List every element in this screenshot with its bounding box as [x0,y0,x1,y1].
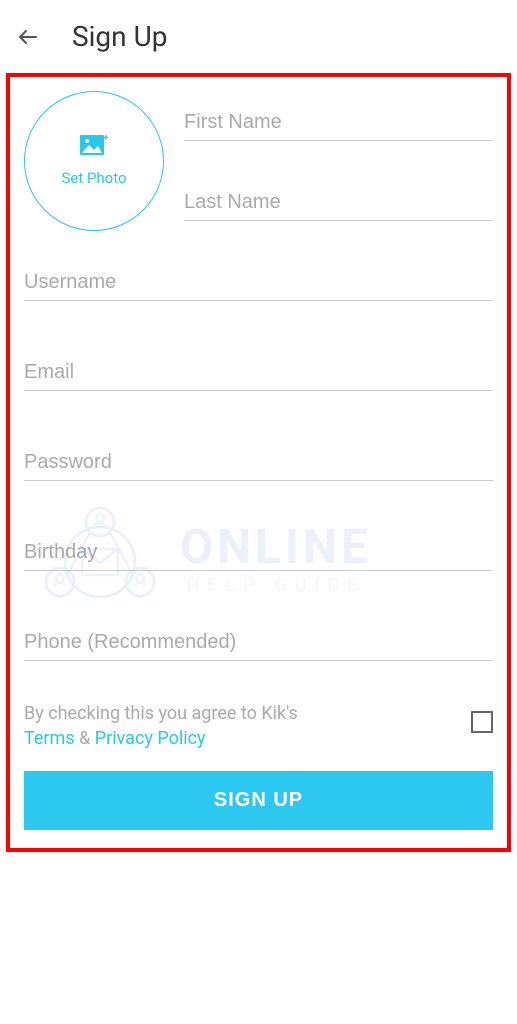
first-name-input[interactable] [184,111,493,141]
photo-icon: + [80,135,108,157]
email-input[interactable] [24,361,493,391]
header: Sign Up [0,0,517,73]
agreement-prefix: By checking this you agree to Kik's [24,703,298,724]
svg-text:+: + [103,135,108,144]
set-photo-label: Set Photo [61,169,126,187]
set-photo-button[interactable]: + Set Photo [24,91,164,231]
last-name-input[interactable] [184,191,493,221]
agreement-separator: & [75,728,95,749]
phone-input[interactable] [24,631,493,661]
privacy-link[interactable]: Privacy Policy [95,728,206,749]
agreement-text: By checking this you agree to Kik's Term… [24,701,298,751]
page-title: Sign Up [72,20,167,53]
password-input[interactable] [24,451,493,481]
birthday-input[interactable] [24,541,493,571]
signup-button[interactable]: SIGN UP [24,771,493,830]
terms-link[interactable]: Terms [24,728,75,749]
agreement-checkbox[interactable] [471,711,493,733]
username-input[interactable] [24,271,493,301]
signup-form: ONLINE HELP GUIDE + Set Photo [6,73,511,852]
back-arrow-icon[interactable] [16,25,40,49]
